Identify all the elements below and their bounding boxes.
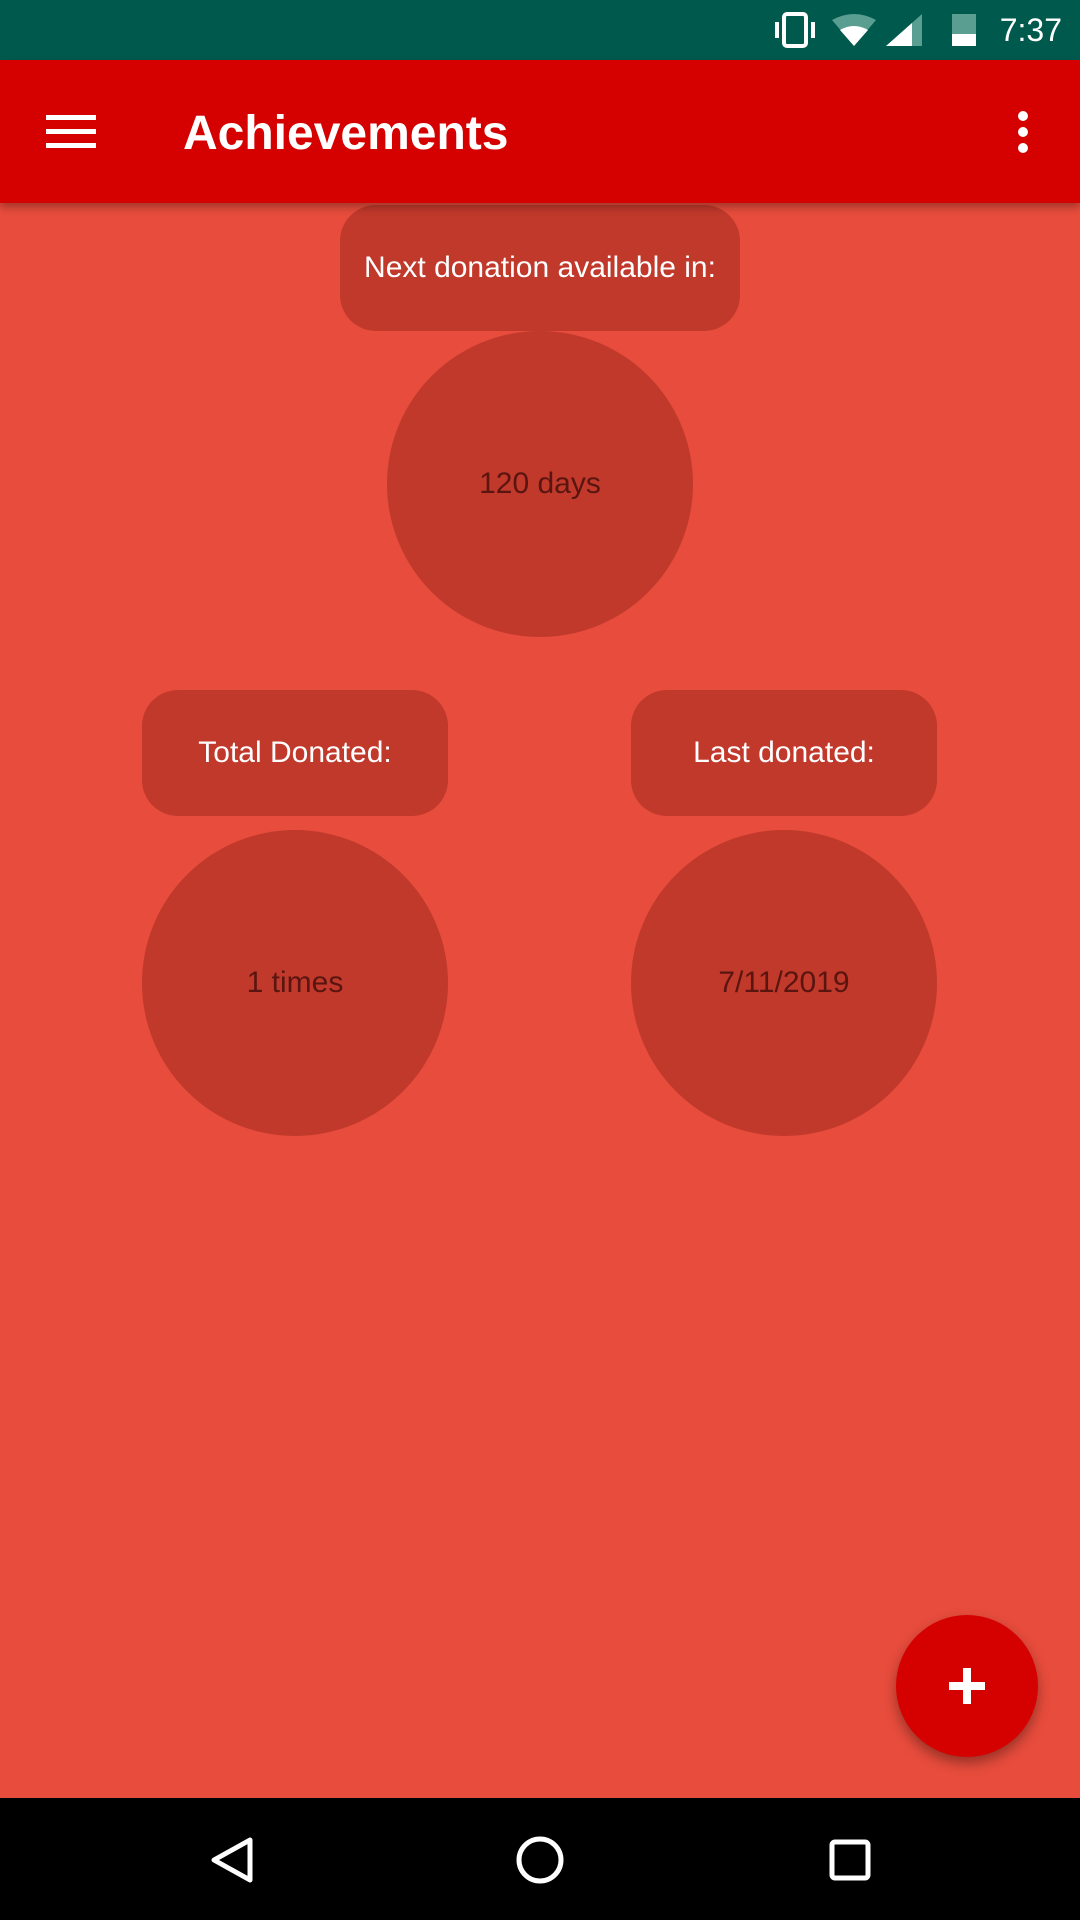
navigation-bar	[0, 1798, 1080, 1920]
back-icon[interactable]	[208, 1836, 254, 1884]
next-donation-label: Next donation available in:	[340, 205, 740, 331]
last-donated-label: Last donated:	[631, 690, 937, 816]
signal-icon	[886, 14, 922, 46]
home-icon[interactable]	[515, 1835, 565, 1885]
vibrate-icon	[775, 12, 815, 48]
last-donated-value: 7/11/2019	[631, 830, 937, 1136]
recents-icon[interactable]	[828, 1838, 872, 1882]
status-bar: 7:37	[0, 0, 1080, 60]
more-vert-icon[interactable]	[1014, 110, 1032, 154]
wifi-icon	[832, 14, 876, 46]
total-donated-value: 1 times	[142, 830, 448, 1136]
battery-icon	[952, 14, 976, 46]
add-donation-button[interactable]	[896, 1615, 1038, 1757]
page-title: Achievements	[183, 107, 509, 160]
app-bar: Achievements	[0, 60, 1080, 203]
plus-icon	[949, 1668, 985, 1704]
hamburger-icon[interactable]	[46, 115, 96, 149]
next-donation-value: 120 days	[387, 331, 693, 637]
total-donated-label: Total Donated:	[142, 690, 448, 816]
clock: 7:37	[999, 12, 1062, 48]
